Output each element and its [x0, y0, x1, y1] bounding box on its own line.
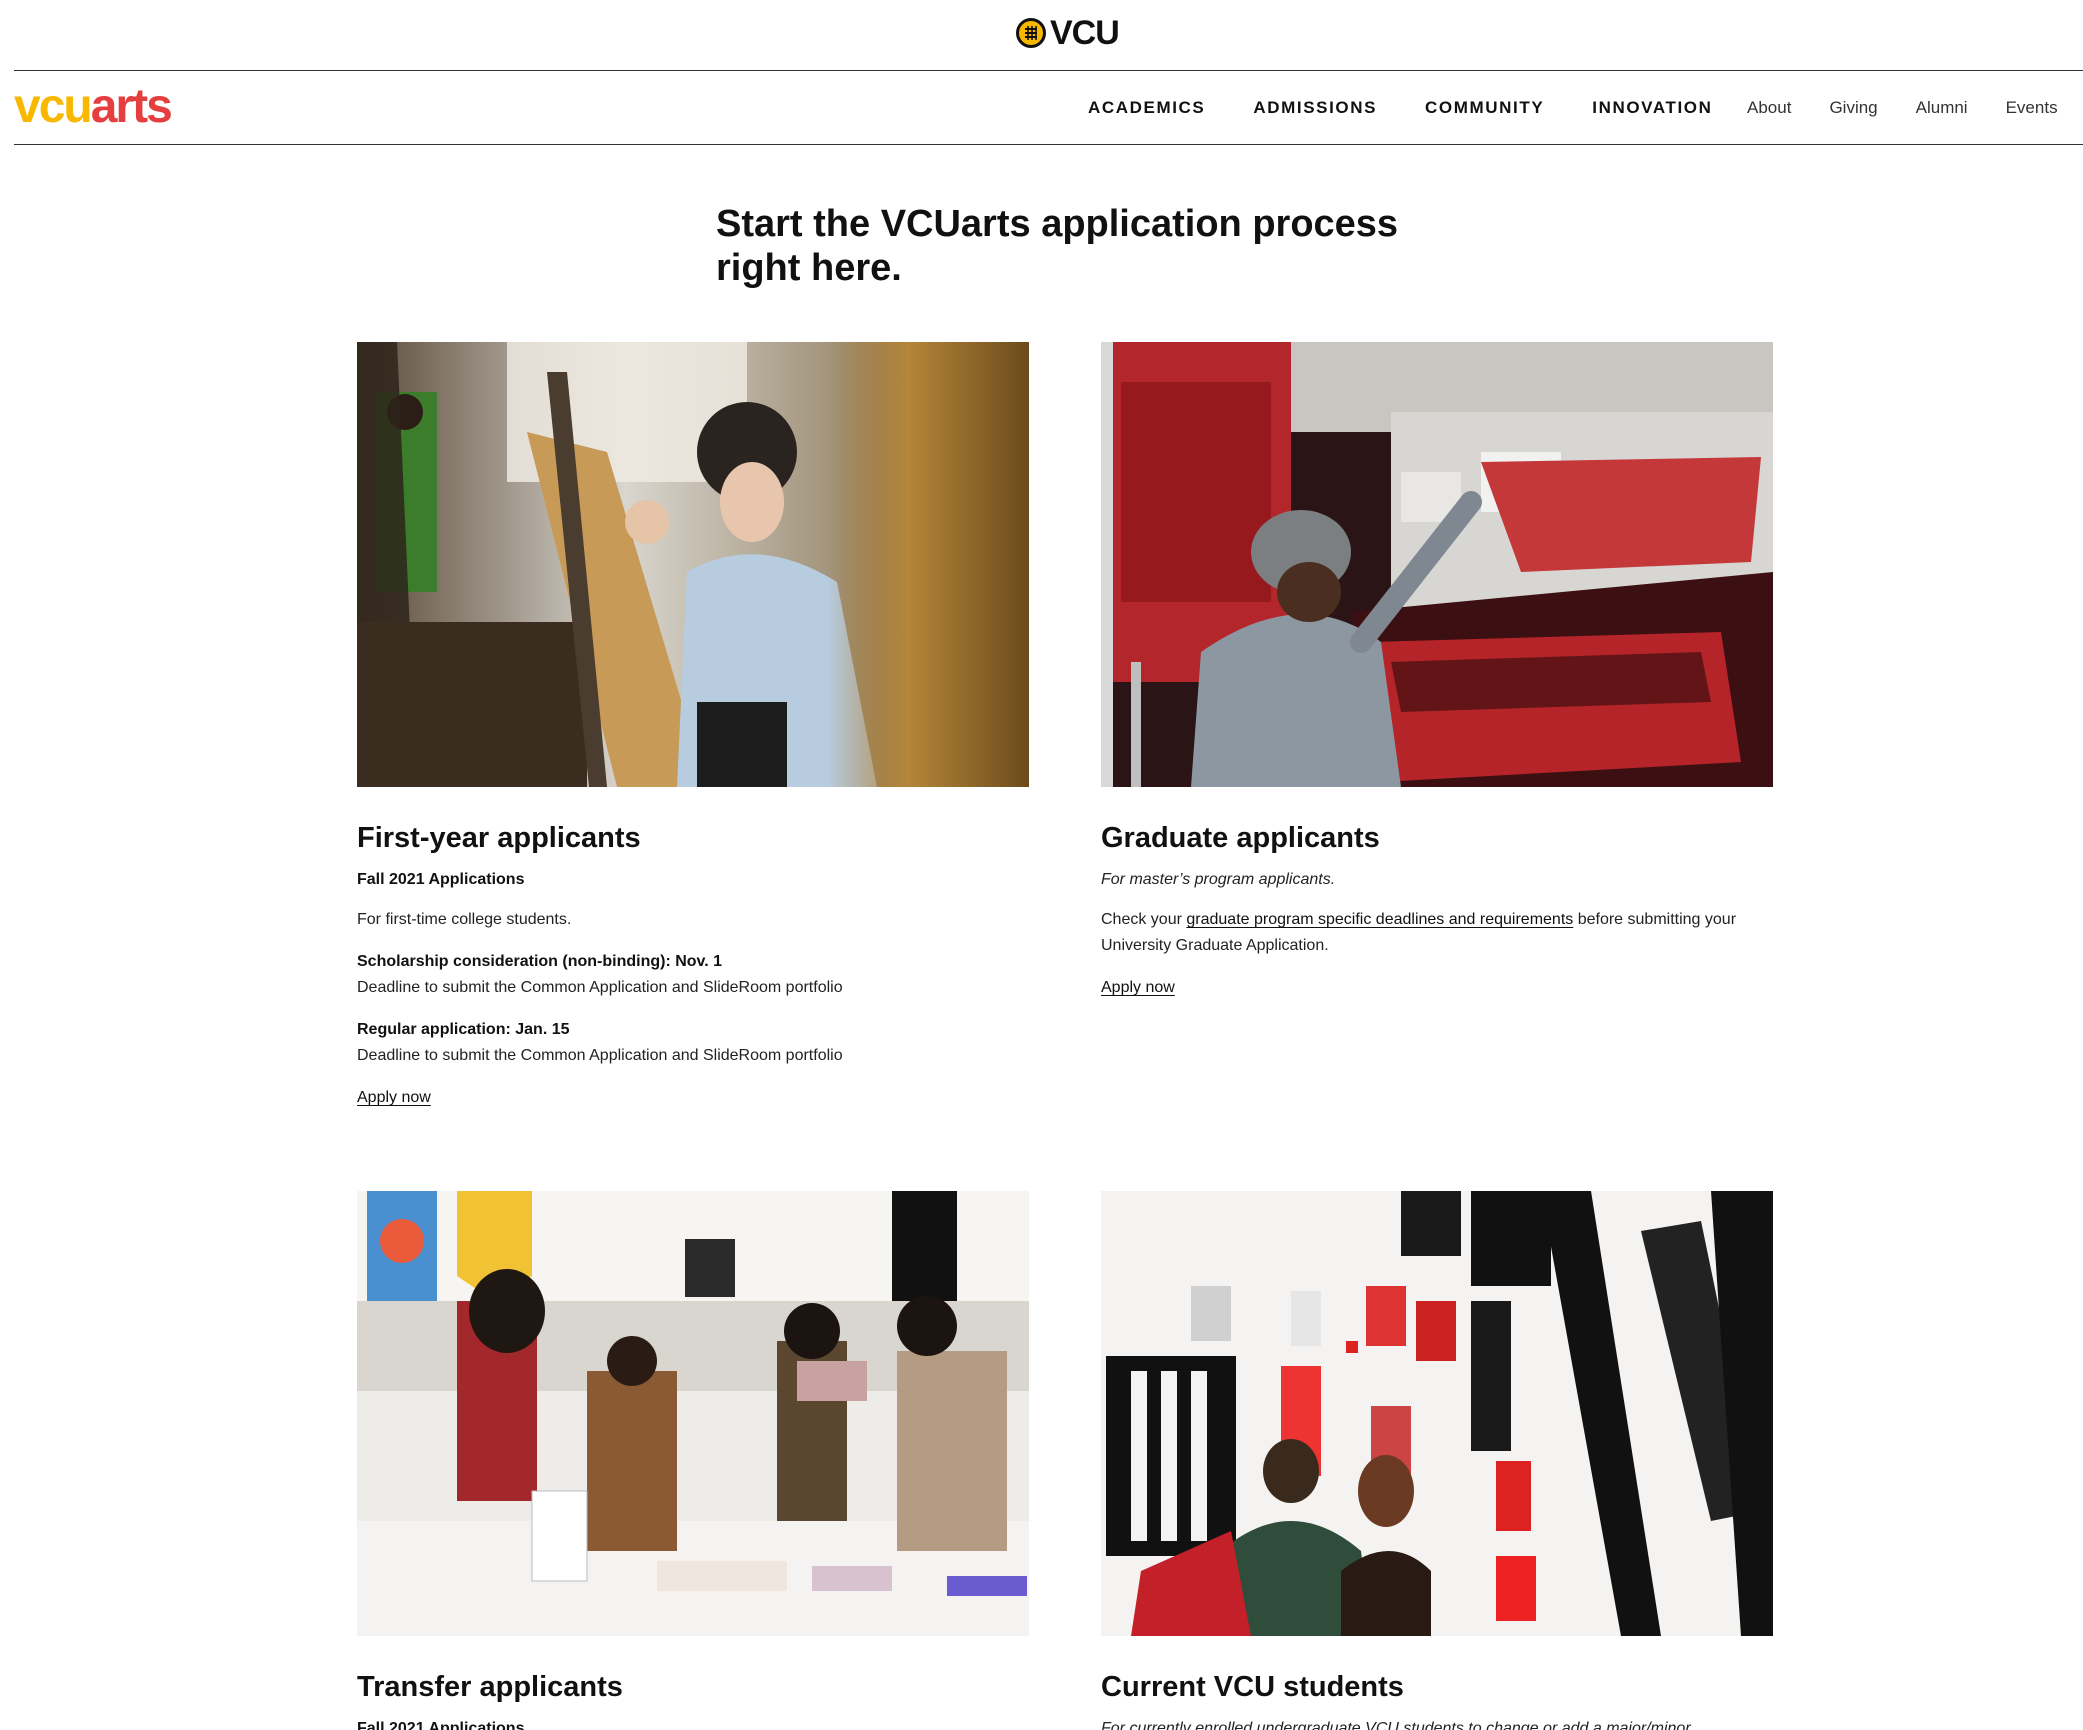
graduate-photo — [1101, 342, 1773, 787]
card-current-students: Current VCU students For currently enrol… — [1101, 1191, 1773, 1730]
graduate-check-pre: Check your — [1101, 911, 1187, 928]
graduate-deadlines-link[interactable]: graduate program specific deadlines and … — [1186, 911, 1573, 928]
header-divider-top — [14, 70, 2083, 71]
nav-community[interactable]: COMMUNITY — [1425, 98, 1544, 118]
scholarship-deadline-desc: Deadline to submit the Common Applicatio… — [357, 979, 843, 996]
vcuarts-logo[interactable]: vcuarts — [14, 80, 173, 133]
first-year-term: Fall 2021 Applications — [357, 871, 525, 888]
current-students-title: Current VCU students — [1101, 1671, 1404, 1703]
university-bar: VCU — [0, 0, 2083, 70]
first-year-title: First-year applicants — [357, 822, 641, 854]
vcu-seal-icon — [1016, 18, 1046, 48]
logo-vcu: vcu — [14, 80, 93, 133]
nav-giving[interactable]: Giving — [1829, 98, 1877, 118]
first-year-photo — [357, 342, 1029, 787]
nav-admissions[interactable]: ADMISSIONS — [1253, 98, 1377, 118]
nav-alumni[interactable]: Alumni — [1916, 98, 1968, 118]
vcu-logo[interactable]: VCU — [1016, 14, 1120, 52]
secondary-nav: About Giving Alumni Events — [1747, 98, 2058, 118]
card-transfer: Transfer applicants Fall 2021 Applicatio… — [357, 1191, 1029, 1730]
nav-innovation[interactable]: INNOVATION — [1592, 98, 1712, 118]
card-first-year: First-year applicants Fall 2021 Applicat… — [357, 342, 1029, 1111]
transfer-title: Transfer applicants — [357, 1671, 623, 1703]
regular-deadline-desc: Deadline to submit the Common Applicatio… — [357, 1047, 843, 1064]
nav-about[interactable]: About — [1747, 98, 1791, 118]
transfer-term: Fall 2021 Applications — [357, 1720, 525, 1730]
graduate-subtitle: For master’s program applicants. — [1101, 871, 1336, 888]
page-headline: Start the VCUarts application process ri… — [716, 203, 1399, 289]
transfer-photo — [357, 1191, 1029, 1636]
regular-deadline-label: Regular application: Jan. 15 — [357, 1021, 570, 1038]
header-divider-bottom — [14, 144, 2083, 145]
graduate-requirements-text: Check your graduate program specific dea… — [1101, 907, 1773, 959]
current-students-subtitle: For currently enrolled undergraduate VCU… — [1101, 1720, 1695, 1730]
logo-arts: arts — [90, 80, 173, 133]
scholarship-deadline-label: Scholarship consideration (non-binding):… — [357, 953, 723, 970]
nav-events[interactable]: Events — [2006, 98, 2058, 118]
current-students-photo — [1101, 1191, 1773, 1636]
graduate-apply-link[interactable]: Apply now — [1101, 979, 1175, 996]
vcu-wordmark: VCU — [1050, 14, 1120, 52]
graduate-title: Graduate applicants — [1101, 822, 1380, 854]
nav-academics[interactable]: ACADEMICS — [1088, 98, 1205, 118]
card-graduate: Graduate applicants For master’s program… — [1101, 342, 1773, 1001]
primary-nav: ACADEMICS ADMISSIONS COMMUNITY INNOVATIO… — [1088, 98, 1760, 118]
first-year-apply-link[interactable]: Apply now — [357, 1089, 431, 1106]
first-year-intro: For first-time college students. — [357, 911, 572, 928]
